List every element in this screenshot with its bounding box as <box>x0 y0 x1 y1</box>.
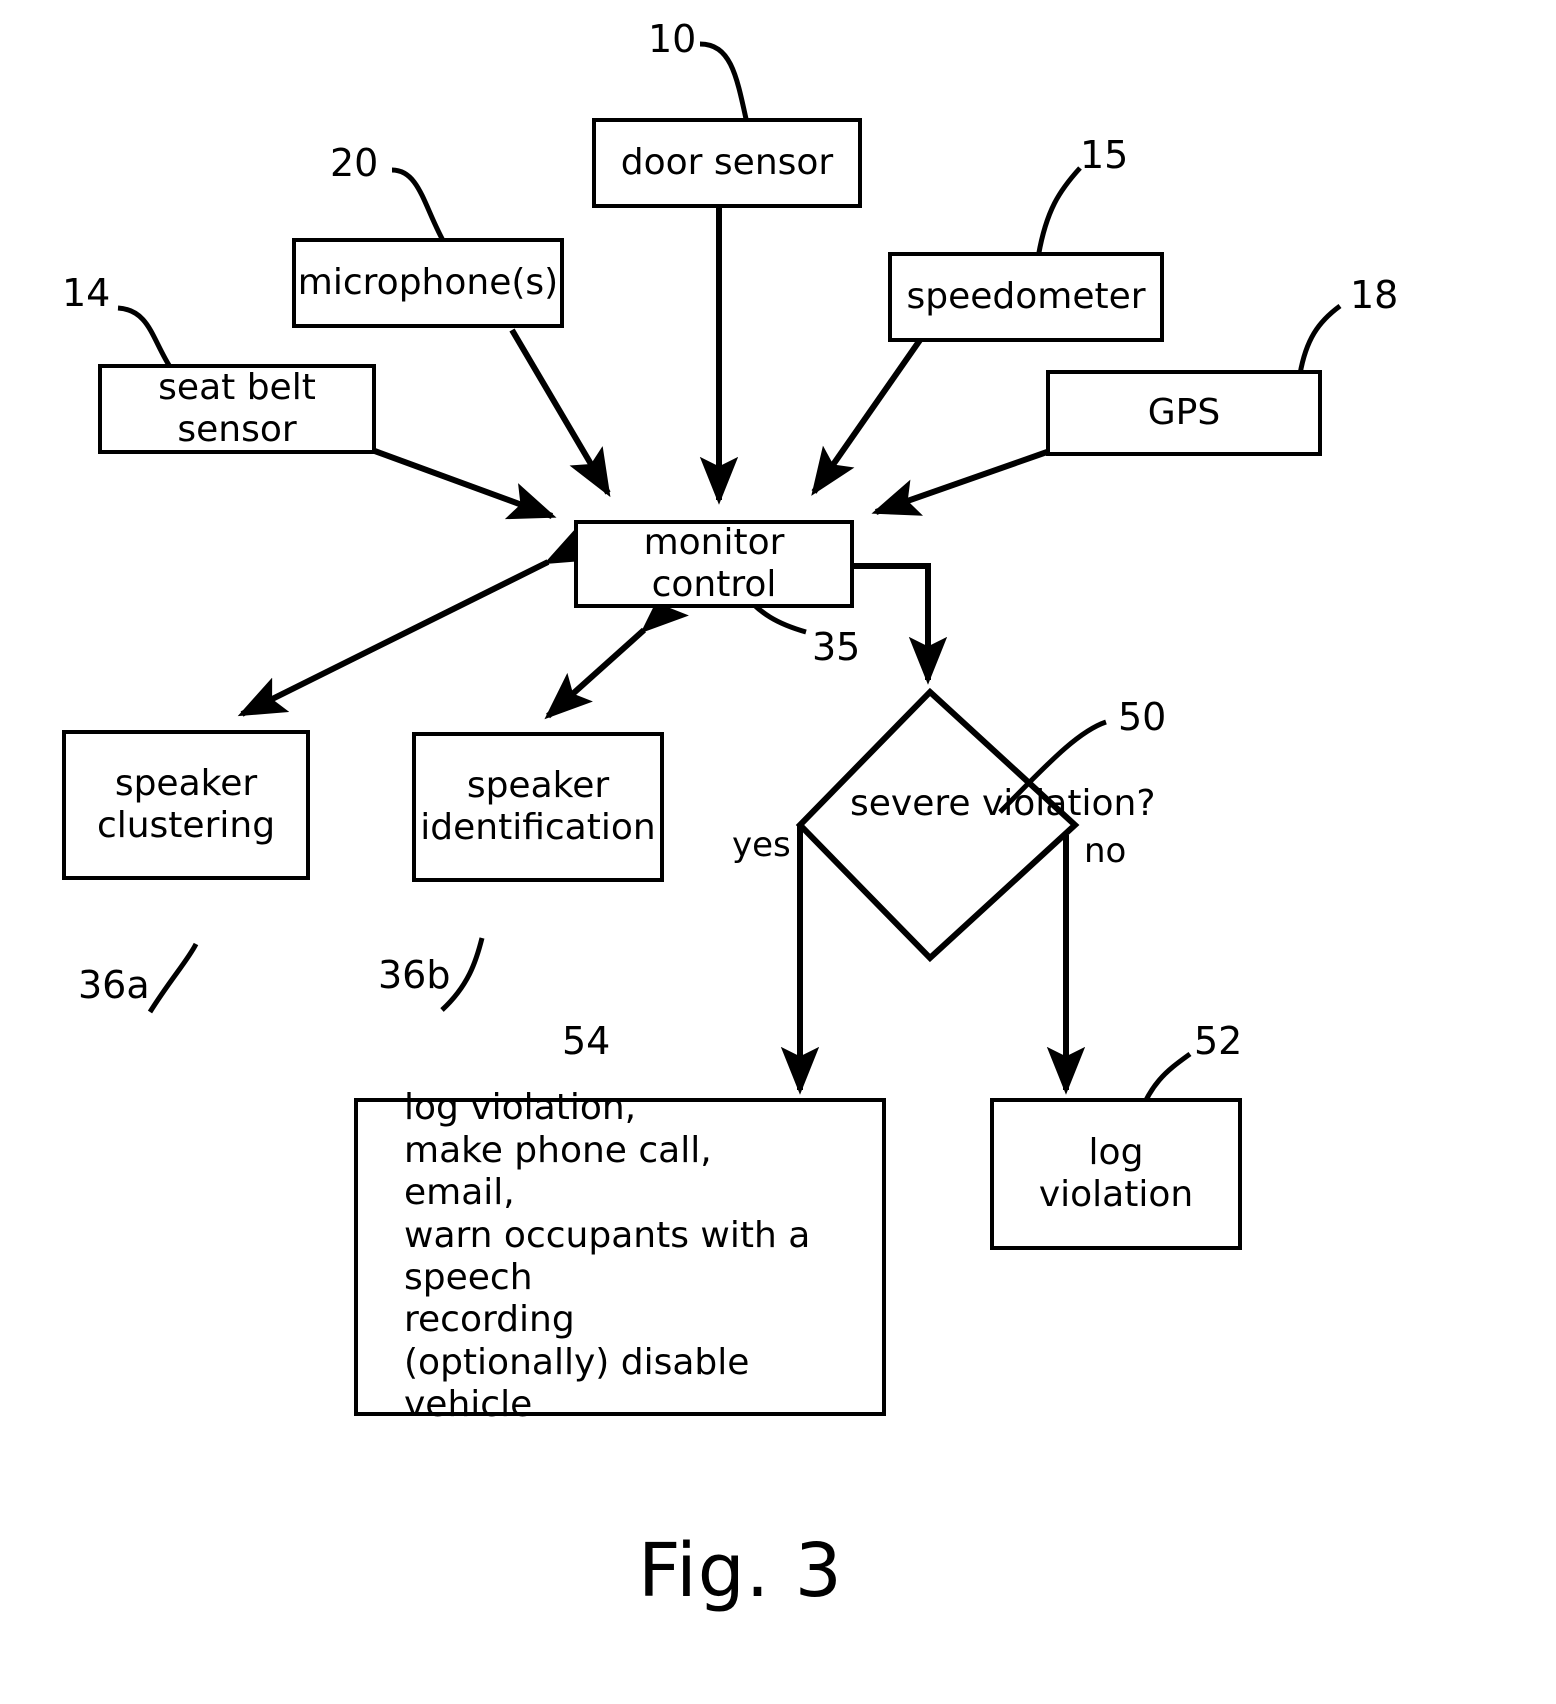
patent-figure-3: door sensor microphone(s) seat belt sens… <box>0 0 1556 1704</box>
node-speaker-clustering-line1: speaker <box>114 762 258 804</box>
node-monitor-control[interactable]: monitor control <box>574 520 854 608</box>
node-actions[interactable]: log violation, make phone call, email, w… <box>354 1087 886 1425</box>
node-actions-line-5: recording <box>404 1299 575 1341</box>
leader-line-36a <box>147 942 199 1014</box>
edge-gps-to-monitor-control <box>871 449 1048 516</box>
ref-label-20: 20 <box>330 141 379 185</box>
ref-label-10: 10 <box>648 17 697 61</box>
node-monitor-control-label: monitor control <box>643 521 785 605</box>
leader-line-14 <box>117 305 175 372</box>
figure-caption: Fig. 3 <box>638 1528 843 1614</box>
edge-seat-belt-sensor-to-monitor-control <box>370 447 557 520</box>
ref-label-35: 35 <box>812 625 861 669</box>
leader-line-20 <box>391 167 449 248</box>
node-actions-line-4: warn occupants with a speech <box>404 1214 811 1298</box>
node-speedometer[interactable]: speedometer <box>888 252 1164 342</box>
leader-line-10 <box>699 41 751 129</box>
ref-label-15: 15 <box>1080 133 1129 177</box>
edge-speedometer-to-monitor-control <box>811 338 923 496</box>
node-log-violation-line2: violation <box>1038 1174 1194 1215</box>
ref-label-54: 54 <box>562 1019 611 1063</box>
edge-monitor-control-to-decision <box>852 563 948 685</box>
edge-label-no: no <box>1084 831 1127 871</box>
ref-label-36b: 36b <box>378 953 451 997</box>
node-actions-line-1: log violation, <box>404 1087 637 1129</box>
node-seat-belt-sensor-label: seat belt sensor <box>158 366 316 450</box>
node-log-violation-line1: log <box>1088 1131 1144 1173</box>
node-seat-belt-sensor[interactable]: seat belt sensor <box>98 364 376 454</box>
node-speaker-clustering[interactable]: speaker clustering <box>62 730 310 880</box>
node-actions-line-6: (optionally) disable vehicle <box>404 1341 750 1426</box>
node-gps[interactable]: GPS <box>1046 370 1322 456</box>
ref-label-18: 18 <box>1350 273 1399 317</box>
node-speedometer-label: speedometer <box>906 275 1146 317</box>
ref-label-36a: 36a <box>78 963 150 1007</box>
node-microphones-label: microphone(s) <box>297 261 559 303</box>
node-door-sensor[interactable]: door sensor <box>592 118 862 208</box>
node-decision-line2: violation? <box>981 783 1156 824</box>
node-speaker-identification-line2: identification <box>420 807 656 848</box>
node-microphones[interactable]: microphone(s) <box>292 238 564 328</box>
node-decision-severe-violation[interactable]: severe violation? <box>850 782 1155 825</box>
node-decision-line1: severe <box>850 783 971 824</box>
node-log-violation[interactable]: log violation <box>990 1098 1242 1250</box>
leader-line-18 <box>1297 303 1342 375</box>
node-speaker-identification[interactable]: speaker identification <box>412 732 664 882</box>
edge-microphones-to-monitor-control <box>509 328 611 498</box>
leader-line-15 <box>1035 166 1082 259</box>
edge-monitor-control-speaker-identification <box>544 586 689 720</box>
ref-label-52: 52 <box>1194 1019 1243 1063</box>
node-gps-label: GPS <box>1147 391 1221 433</box>
node-actions-line-3: email, <box>404 1172 515 1214</box>
node-door-sensor-label: door sensor <box>620 141 834 183</box>
node-actions-line-2: make phone call, <box>404 1129 712 1171</box>
edge-label-yes: yes <box>732 825 791 865</box>
ref-label-50: 50 <box>1118 695 1167 739</box>
ref-label-14: 14 <box>62 271 111 315</box>
node-speaker-clustering-line2: clustering <box>96 805 276 846</box>
node-speaker-identification-line1: speaker <box>466 764 610 806</box>
edge-monitor-control-speaker-clustering <box>237 525 596 717</box>
